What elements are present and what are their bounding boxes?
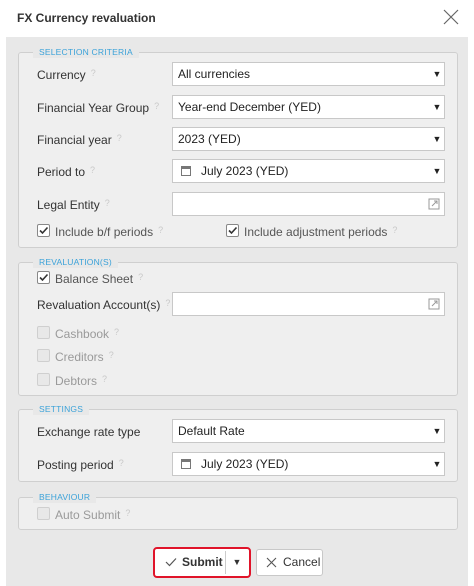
auto-submit-checkbox[interactable] [37,507,50,520]
chevron-down-icon: ▼ [432,166,442,176]
help-icon[interactable]: ? [158,225,163,235]
help-icon[interactable]: ? [125,508,130,518]
close-button[interactable] [441,7,461,27]
popout-icon[interactable] [428,298,440,310]
legal-entity-label: Legal Entity? [37,198,110,212]
submit-button[interactable]: Submit [157,551,225,574]
include-bf-checkbox[interactable] [37,224,50,237]
revaluation-accounts-input[interactable] [172,292,445,316]
section-legend: SELECTION CRITERIA [33,46,139,58]
section-legend: REVALUATION(S) [33,256,118,268]
checkmark-icon [39,273,49,282]
chevron-down-icon: ▼ [432,69,442,79]
posting-period-label: Posting period? [37,458,124,472]
balance-sheet-label[interactable]: Balance Sheet? [55,272,143,286]
cashbook-label[interactable]: Cashbook? [55,327,119,341]
fin-year-select[interactable]: 2023 (YED) ▼ [172,127,445,151]
include-bf-label[interactable]: Include b/f periods? [55,225,163,239]
fy-group-label: Financial Year Group? [37,101,160,115]
cancel-button[interactable]: Cancel [256,549,323,576]
checkmark-icon [39,226,49,235]
rate-type-select[interactable]: Default Rate ▼ [172,419,445,443]
dialog-header: FX Currency revaluation [0,0,474,36]
section-legend: BEHAVIOUR [33,491,97,503]
chevron-down-icon: ▼ [432,102,442,112]
calendar-icon [181,459,191,469]
balance-sheet-checkbox[interactable] [37,271,50,284]
help-icon[interactable]: ? [105,198,110,208]
legal-entity-input[interactable] [172,192,445,216]
help-icon[interactable]: ? [119,458,124,468]
submit-dropdown-button[interactable]: ▼ [227,551,247,574]
help-icon[interactable]: ? [91,68,96,78]
help-icon[interactable]: ? [392,225,397,235]
cashbook-checkbox[interactable] [37,326,50,339]
period-to-select[interactable]: July 2023 (YED) ▼ [172,159,445,183]
currency-select[interactable]: All currencies ▼ [172,62,445,86]
dialog-title: FX Currency revaluation [17,11,156,25]
period-to-label: Period to? [37,165,96,179]
creditors-label[interactable]: Creditors? [55,350,114,364]
chevron-down-icon: ▼ [432,426,442,436]
help-icon[interactable]: ? [165,298,170,308]
help-icon[interactable]: ? [117,133,122,143]
submit-split-button: Submit ▼ [153,547,251,578]
chevron-down-icon: ▼ [232,557,242,567]
debtors-checkbox[interactable] [37,373,50,386]
checkmark-icon [165,558,177,567]
chevron-down-icon: ▼ [432,134,442,144]
help-icon[interactable]: ? [114,327,119,337]
close-icon [443,9,459,25]
calendar-icon [181,166,191,176]
revaluation-accounts-label: Revaluation Account(s)? [37,298,171,312]
chevron-down-icon: ▼ [432,459,442,469]
include-adjustment-label[interactable]: Include adjustment periods? [244,225,397,239]
checkmark-icon [228,226,238,235]
posting-period-select[interactable]: July 2023 (YED) ▼ [172,452,445,476]
include-adjustment-checkbox[interactable] [226,224,239,237]
divider [225,551,226,574]
auto-submit-label[interactable]: Auto Submit? [55,508,130,522]
rate-type-label: Exchange rate type [37,425,141,439]
section-legend: SETTINGS [33,403,90,415]
fy-group-select[interactable]: Year-end December (YED) ▼ [172,95,445,119]
help-icon[interactable]: ? [109,350,114,360]
close-icon [266,557,277,568]
currency-label: Currency? [37,68,96,82]
fin-year-label: Financial year? [37,133,122,147]
debtors-label[interactable]: Debtors? [55,374,107,388]
help-icon[interactable]: ? [102,374,107,384]
creditors-checkbox[interactable] [37,349,50,362]
help-icon[interactable]: ? [138,272,143,282]
popout-icon[interactable] [428,198,440,210]
help-icon[interactable]: ? [154,101,159,111]
help-icon[interactable]: ? [90,165,95,175]
